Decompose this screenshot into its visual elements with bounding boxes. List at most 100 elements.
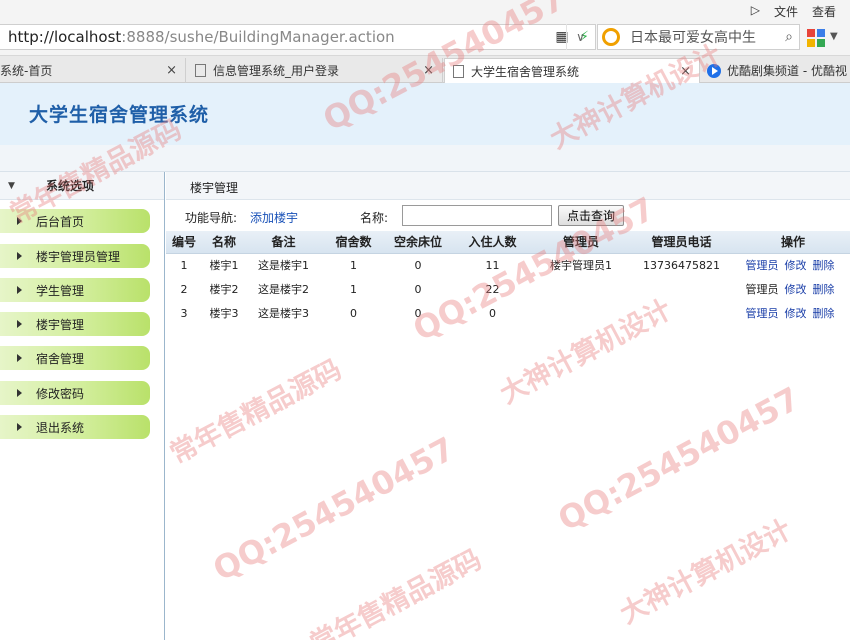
sidebar-item-dorms[interactable]: 宿舍管理 xyxy=(0,346,150,370)
sidebar-item-buildings[interactable]: 楼宇管理 xyxy=(0,312,150,336)
sidebar-item-building-admins[interactable]: 楼宇管理员管理 xyxy=(0,244,150,268)
cell-dorms: 0 xyxy=(350,306,357,320)
sidebar-item-students[interactable]: 学生管理 xyxy=(0,278,150,302)
tab-close-icon[interactable]: × xyxy=(680,64,691,79)
delete-link[interactable]: 删除 xyxy=(813,283,835,296)
page-header: 大学生宿舍管理系统 xyxy=(0,83,850,145)
menu-view[interactable]: 查看 xyxy=(812,3,836,20)
search-engine-icon[interactable] xyxy=(602,28,620,46)
edit-link[interactable]: 修改 xyxy=(785,259,807,272)
table-row: 3 楼宇3 这是楼宇3 0 0 0 管理员 修改 删除 xyxy=(166,301,850,325)
assign-admin-link[interactable]: 管理员 xyxy=(746,259,779,272)
cell-name: 楼宇2 xyxy=(209,283,239,296)
search-icon[interactable]: ⌕ xyxy=(779,29,799,45)
add-building-link[interactable]: 添加楼宇 xyxy=(250,209,298,226)
toolbar: 功能导航: 添加楼宇 名称: 点击查询 xyxy=(166,200,850,231)
sidebar: ▼ 系统选项 后台首页 楼宇管理员管理 学生管理 楼宇管理 宿舍管理 修改密码 … xyxy=(0,172,165,640)
cell-occupants: 11 xyxy=(485,258,500,272)
page-icon xyxy=(453,64,464,78)
name-label: 名称: xyxy=(360,211,389,225)
query-button[interactable]: 点击查询 xyxy=(558,205,624,226)
header-divider-band xyxy=(0,145,850,172)
cell-occupants: 22 xyxy=(485,282,500,296)
cell-admin: 楼宇管理员1 xyxy=(550,259,612,273)
cell-id: 1 xyxy=(180,258,188,272)
cell-free-beds: 0 xyxy=(414,258,422,272)
main-header: 楼宇管理 xyxy=(166,172,850,200)
cell-id: 3 xyxy=(180,306,188,320)
youku-icon xyxy=(707,63,721,78)
collapse-caret-icon[interactable]: ▼ xyxy=(8,181,18,191)
cell-admin-phone xyxy=(627,301,736,325)
cell-admin-phone xyxy=(627,277,736,301)
tab-close-icon[interactable]: × xyxy=(423,63,434,78)
tab-youku[interactable]: 优酷剧集频道 - 优酷视 xyxy=(701,58,850,83)
arrow-right-icon xyxy=(17,354,22,362)
sidebar-item-change-password[interactable]: 修改密码 xyxy=(0,381,150,405)
arrow-right-icon xyxy=(17,423,22,431)
address-bar[interactable]: http://localhost:8888/sushe/BuildingMana… xyxy=(0,24,596,50)
delete-link[interactable]: 删除 xyxy=(813,307,835,320)
cell-actions: 管理员 修改 删除 xyxy=(736,277,850,301)
assign-admin-link[interactable]: 管理员 xyxy=(746,307,779,320)
col-id: 编号 xyxy=(166,231,202,254)
arrow-right-icon xyxy=(17,389,22,397)
edit-link[interactable]: 修改 xyxy=(785,307,807,320)
table-header-row: 编号 名称 备注 宿舍数 空余床位 入住人数 管理员 管理员电话 操作 xyxy=(166,231,850,254)
url-text[interactable]: http://localhost:8888/sushe/BuildingMana… xyxy=(0,28,551,46)
cell-free-beds: 0 xyxy=(414,282,422,296)
search-input[interactable]: 日本最可爱女高中生 ⌕ xyxy=(597,24,800,50)
tab-login[interactable]: 信息管理系统_用户登录 × xyxy=(187,58,443,83)
col-free-beds: 空余床位 xyxy=(386,231,450,254)
page-icon xyxy=(195,64,206,77)
building-table: 编号 名称 备注 宿舍数 空余床位 入住人数 管理员 管理员电话 操作 1 楼宇… xyxy=(166,231,850,325)
sidebar-item-logout[interactable]: 退出系统 xyxy=(0,415,150,439)
edit-link[interactable]: 修改 xyxy=(785,283,807,296)
menu-file[interactable]: 文件 xyxy=(774,3,798,20)
tab-close-icon[interactable]: × xyxy=(166,63,177,78)
sidebar-heading[interactable]: ▼ 系统选项 xyxy=(0,172,164,200)
cell-admin xyxy=(535,301,627,325)
func-nav-label: 功能导航: xyxy=(185,211,238,225)
cell-admin-phone: 13736475821 xyxy=(643,258,720,272)
page-title: 楼宇管理 xyxy=(190,181,239,195)
system-title: 大学生宿舍管理系统 xyxy=(29,104,210,126)
col-remark: 备注 xyxy=(246,231,321,254)
address-bar-row: http://localhost:8888/sushe/BuildingMana… xyxy=(0,22,850,56)
apps-caret-icon[interactable]: ▼ xyxy=(830,31,838,42)
name-search-input[interactable] xyxy=(402,205,552,226)
col-actions: 操作 xyxy=(736,231,850,254)
col-admin: 管理员 xyxy=(535,231,627,254)
arrow-right-icon xyxy=(17,252,22,260)
cell-dorms: 1 xyxy=(350,282,357,296)
delete-link[interactable]: 删除 xyxy=(813,259,835,272)
sidebar-toggle-icon[interactable]: ▷ xyxy=(751,3,760,20)
cell-occupants: 0 xyxy=(489,306,496,320)
table-row: 1 楼宇1 这是楼宇1 1 0 11 楼宇管理员1 13736475821 管理… xyxy=(166,253,850,277)
cell-admin xyxy=(535,277,627,301)
assign-admin-link[interactable]: 管理员 xyxy=(746,283,779,296)
apps-grid-icon[interactable] xyxy=(807,29,825,47)
arrow-right-icon xyxy=(17,286,22,294)
col-name: 名称 xyxy=(202,231,246,254)
chevron-down-icon[interactable]: ∨ xyxy=(566,24,594,50)
cell-actions: 管理员 修改 删除 xyxy=(736,301,850,325)
arrow-right-icon xyxy=(17,320,22,328)
cell-id: 2 xyxy=(180,282,188,296)
tab-bar: 系统-首页 × 信息管理系统_用户登录 × 大学生宿舍管理系统 × 优酷剧集频道… xyxy=(0,56,850,83)
tab-home[interactable]: 系统-首页 × xyxy=(0,58,186,83)
col-occupants: 入住人数 xyxy=(450,231,535,254)
main-content: 楼宇管理 功能导航: 添加楼宇 名称: 点击查询 编号 名称 备注 宿舍数 空余… xyxy=(166,172,850,640)
col-dorms: 宿舍数 xyxy=(321,231,386,254)
tab-dorm-system[interactable]: 大学生宿舍管理系统 × xyxy=(444,58,700,83)
col-admin-phone: 管理员电话 xyxy=(627,231,736,254)
browser-menu-strip: ▷ 文件 查看 xyxy=(0,0,850,22)
cell-remark: 这是楼宇2 xyxy=(258,283,309,296)
table-row: 2 楼宇2 这是楼宇2 1 0 22 管理员 修改 删除 xyxy=(166,277,850,301)
arrow-right-icon xyxy=(17,217,22,225)
cell-remark: 这是楼宇3 xyxy=(258,307,309,320)
cell-dorms: 1 xyxy=(350,258,357,272)
cell-free-beds: 0 xyxy=(414,306,422,320)
sidebar-item-dashboard[interactable]: 后台首页 xyxy=(0,209,150,233)
cell-actions: 管理员 修改 删除 xyxy=(736,253,850,277)
